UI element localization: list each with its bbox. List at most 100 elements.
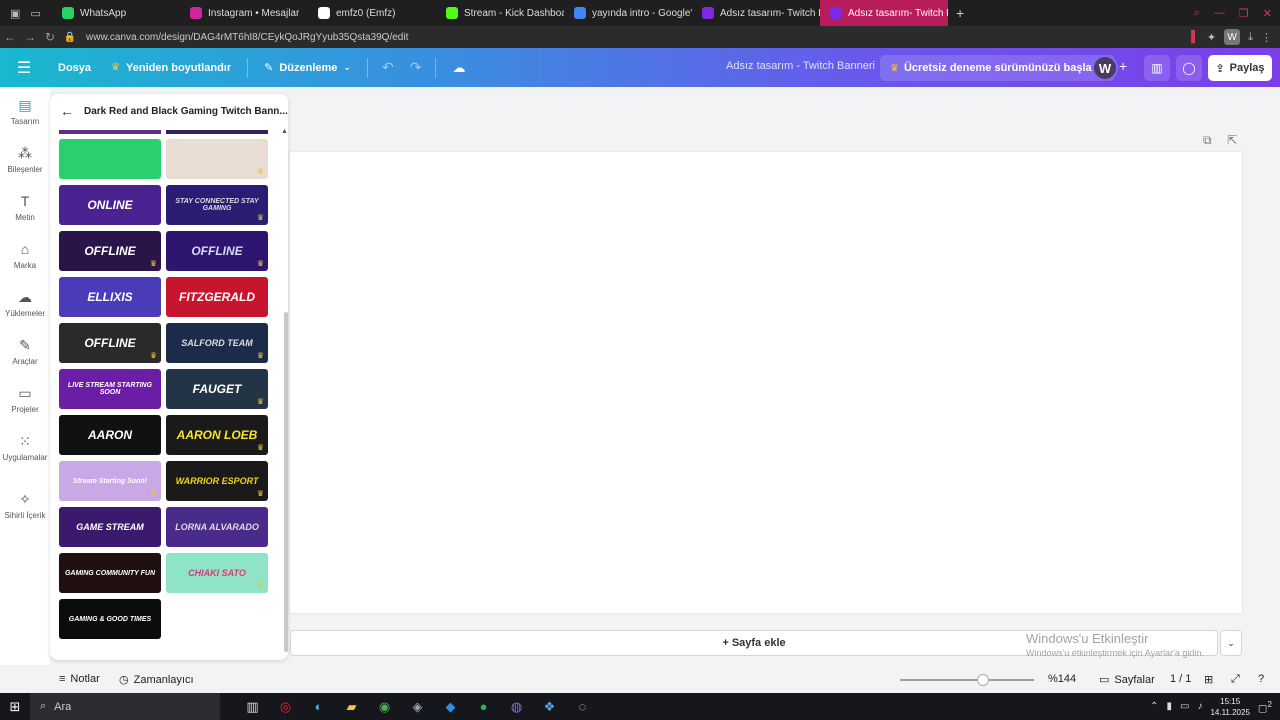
network-icon[interactable]: ▭ — [1180, 701, 1189, 712]
design-canvas[interactable] — [290, 152, 1242, 613]
timer-button[interactable]: ◷ Zamanlayıcı — [119, 673, 194, 687]
rail-item-7[interactable]: ▭ Projeler — [0, 385, 50, 414]
free-trial-button[interactable]: ♛ Ücretsiz deneme sürümünüzü başlatın — [880, 55, 1116, 81]
forward-icon[interactable]: → — [20, 30, 40, 44]
template-thumbnail-partial[interactable] — [166, 130, 268, 134]
panel-scrollbar[interactable] — [283, 128, 289, 660]
resize-button[interactable]: ♛ Yeniden boyutlandır — [101, 62, 241, 74]
template-thumbnail[interactable]: LIVE STREAM STARTING SOON — [59, 369, 161, 409]
scroll-thumb[interactable] — [284, 312, 288, 652]
rail-item-5[interactable]: ☁ Yüklemeler — [0, 289, 50, 318]
chevron-up-icon[interactable]: ⌃ — [1150, 701, 1158, 712]
workspaces-icon[interactable]: ▭ — [30, 7, 40, 20]
template-thumbnail[interactable]: ONLINE — [59, 185, 161, 225]
taskbar-search[interactable]: ⌕ Ara — [30, 693, 220, 720]
notifications-icon[interactable]: ▢2 — [1258, 699, 1272, 714]
profile-badge[interactable]: W — [1224, 29, 1241, 45]
zoom-percent[interactable]: %144 — [1048, 673, 1076, 685]
pages-button[interactable]: ▭ Sayfalar — [1099, 673, 1155, 687]
add-people-icon[interactable]: + — [1119, 58, 1127, 74]
comment-icon[interactable]: ◯ — [1176, 55, 1202, 81]
grid-view-icon[interactable]: ⊞ — [1204, 673, 1213, 686]
template-thumbnail[interactable]: STAY CONNECTED STAY GAMING ♛ — [166, 185, 268, 225]
browser-tab[interactable]: Adsız tasarım- Twitch Ban — [692, 0, 820, 26]
task-view-icon[interactable]: ▥ — [236, 699, 269, 715]
chrome-icon[interactable]: ◉ — [368, 699, 401, 715]
volume-icon[interactable]: ♪ — [1197, 701, 1202, 712]
browser-tab[interactable]: yayında intro - Google'da — [564, 0, 692, 26]
template-thumbnail[interactable]: FITZGERALD — [166, 277, 268, 317]
browser-tab[interactable]: Adsız tasarım- Twitch Ban — [820, 0, 948, 26]
browser-tab[interactable]: WhatsApp — [52, 0, 180, 26]
back-icon[interactable]: ← — [0, 30, 20, 44]
maximize-icon[interactable]: ❐ — [1239, 7, 1249, 20]
steam-icon[interactable]: ◈ — [401, 699, 434, 715]
undo-icon[interactable]: ↶ — [374, 59, 402, 76]
close-icon[interactable]: ✕ — [1263, 7, 1272, 20]
template-thumbnail[interactable]: OFFLINE ♛ — [166, 231, 268, 271]
template-thumbnail[interactable]: OFFLINE ♛ — [59, 323, 161, 363]
app-icon[interactable]: ❖ — [533, 699, 566, 715]
new-tab-icon[interactable]: + — [948, 5, 972, 21]
template-thumbnail[interactable]: GAMING & GOOD TIMES — [59, 599, 161, 639]
file-explorer-icon[interactable]: ▰ — [335, 699, 368, 715]
cloud-save-icon[interactable]: ☁ — [442, 60, 475, 76]
chevron-down-icon[interactable]: ⌄ — [1220, 630, 1242, 656]
spotify-icon[interactable]: ● — [467, 699, 500, 714]
help-icon[interactable]: ? — [1258, 673, 1264, 685]
template-thumbnail[interactable]: LORNA ALVARADO — [166, 507, 268, 547]
template-thumbnail[interactable]: ELLIXIS — [59, 277, 161, 317]
extensions-icon[interactable]: ▌ — [1191, 31, 1199, 43]
duplicate-page-icon[interactable]: ⧉ — [1203, 133, 1212, 148]
template-thumbnail[interactable]: FAUGET ♛ — [166, 369, 268, 409]
windows-start-icon[interactable]: ⊞ — [0, 699, 30, 715]
template-thumbnail[interactable]: CHIAKI SATO ♛ — [166, 553, 268, 593]
template-thumbnail[interactable]: WARRIOR ESPORT ♛ — [166, 461, 268, 501]
minimize-icon[interactable]: — — [1214, 7, 1225, 19]
template-thumbnail[interactable]: SALFORD TEAM ♛ — [166, 323, 268, 363]
browser-tab[interactable]: Stream - Kick Dashboard — [436, 0, 564, 26]
template-thumbnail[interactable]: AARON — [59, 415, 161, 455]
url-text[interactable]: www.canva.com/design/DAG4rMT6hI8/CEykQoJ… — [86, 32, 408, 43]
rail-item-2[interactable]: ⁂ Bileşenler — [0, 145, 50, 174]
rail-item-4[interactable]: ⌂ Marka — [0, 241, 50, 270]
redo-icon[interactable]: ↷ — [402, 59, 430, 76]
menu-icon[interactable]: ☰ — [0, 58, 48, 78]
notes-button[interactable]: ≡ Notlar — [59, 673, 100, 685]
reload-icon[interactable]: ↻ — [40, 30, 60, 44]
template-thumbnail[interactable]: Stream Starting Soon! ♛ — [59, 461, 161, 501]
rail-item-9[interactable]: ✧ Sihirli İçerik — [0, 491, 50, 520]
rail-item-1[interactable]: ▤ Tasarım — [0, 97, 50, 126]
file-menu[interactable]: Dosya — [48, 62, 101, 74]
opera-icon[interactable]: ◎ — [269, 699, 302, 715]
template-thumbnail-partial[interactable] — [59, 130, 161, 134]
search-tabs-icon[interactable]: ⌕ — [1194, 7, 1200, 20]
rail-item-8[interactable]: ⁙ Uygulamalar — [0, 433, 50, 462]
template-thumbnail[interactable]: OFFLINE ♛ — [59, 231, 161, 271]
design-title[interactable]: Adsız tasarım - Twitch Banneri — [726, 60, 875, 72]
browser-tab[interactable]: emfz0 (Emfz) — [308, 0, 436, 26]
app-icon[interactable]: ◌ — [566, 699, 599, 714]
template-thumbnail[interactable]: GAMING COMMUNITY FUN — [59, 553, 161, 593]
share-button[interactable]: ⇪ Paylaş — [1208, 55, 1272, 81]
back-arrow-icon[interactable]: ← — [50, 103, 84, 119]
tab-overview-icon[interactable]: ▣ — [10, 7, 20, 20]
avatar[interactable]: W — [1092, 55, 1118, 81]
edge-icon[interactable]: ◐ — [302, 699, 335, 714]
usb-icon[interactable]: ▮ — [1166, 701, 1172, 712]
template-thumbnail[interactable] — [59, 139, 161, 179]
puzzle-icon[interactable]: ✦ — [1207, 31, 1216, 44]
browser-tab[interactable]: Instagram • Mesajlar — [180, 0, 308, 26]
more-icon[interactable]: ⋮ — [1261, 31, 1272, 44]
insights-icon[interactable]: ▥ — [1144, 55, 1170, 81]
zoom-slider-handle[interactable] — [977, 674, 990, 686]
template-thumbnail[interactable]: GAME STREAM — [59, 507, 161, 547]
clock[interactable]: 15:15 14.11.2025 — [1210, 696, 1249, 718]
template-thumbnail[interactable]: ♛ — [166, 139, 268, 179]
edit-mode-button[interactable]: ✎ Düzenleme ⌄ — [254, 61, 361, 75]
fullscreen-icon[interactable]: ⤢ — [1231, 673, 1240, 686]
add-page-icon[interactable]: ⇱ — [1227, 133, 1237, 147]
discord-icon[interactable]: ◍ — [500, 699, 533, 715]
vscode-icon[interactable]: ◆ — [434, 699, 467, 715]
rail-item-6[interactable]: ✎ Araçlar — [0, 337, 50, 366]
